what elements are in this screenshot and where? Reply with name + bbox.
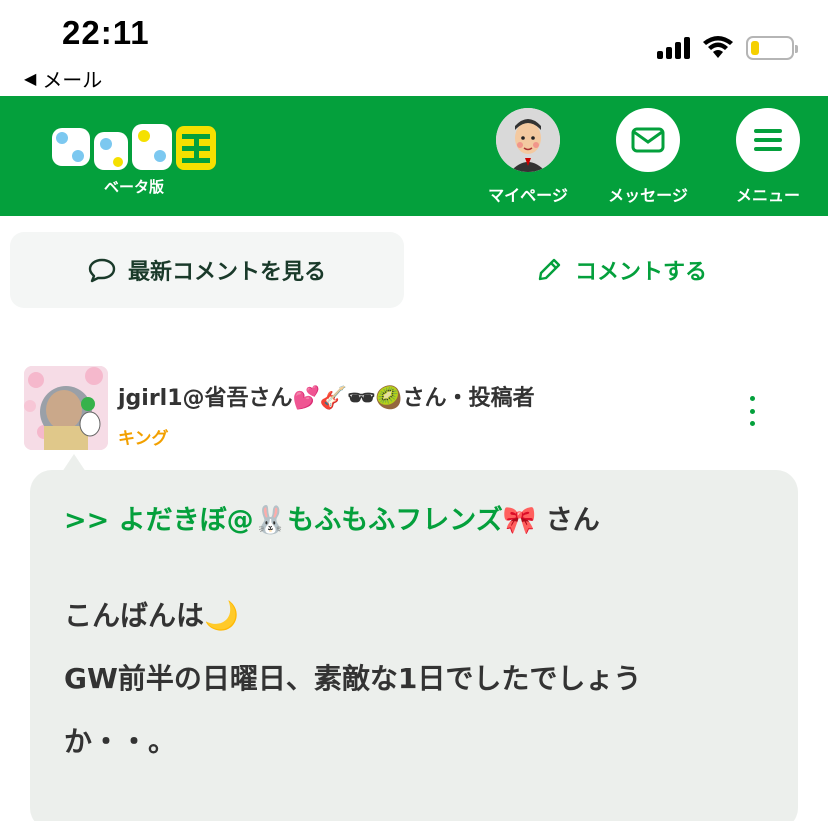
user-avatar-icon <box>496 108 560 172</box>
battery-level <box>751 41 759 55</box>
reply-suffix: さん <box>536 505 600 536</box>
message-button[interactable]: メッセージ <box>598 108 698 208</box>
hamburger-icon <box>736 108 800 172</box>
status-icons <box>657 36 798 60</box>
status-time: 22:11 <box>62 14 150 51</box>
view-latest-comments-button[interactable]: 最新コメントを見る <box>10 232 404 308</box>
comment-line: GW前半の日曜日、素敵な1日でしたでしょう <box>64 662 642 695</box>
mypage-label: マイページ <box>488 186 568 205</box>
pencil-icon <box>538 258 561 281</box>
back-to-mail-link[interactable]: ◀ メール <box>24 64 102 93</box>
menu-label: メニュー <box>735 186 800 205</box>
cellular-signal-icon <box>657 37 690 59</box>
wifi-icon <box>703 36 733 58</box>
status-bar: 22:11 ◀ メール <box>0 0 828 96</box>
view-latest-comments-label: 最新コメントを見る <box>127 260 326 285</box>
more-options-icon[interactable] <box>742 396 762 426</box>
app-header: ベータ版 マイページ メッセージ メニュー <box>0 96 828 216</box>
post-comment-button[interactable]: コメントする <box>424 232 818 308</box>
commenter-avatar[interactable] <box>24 366 108 450</box>
post-comment-label: コメントする <box>574 260 707 285</box>
reply-target-link[interactable]: >> よだきぼ@🐰もふもふフレンズ🎀 <box>64 505 536 536</box>
mypage-button[interactable]: マイページ <box>478 108 578 208</box>
commenter-rank: キング <box>118 429 169 449</box>
battery-icon <box>746 36 798 60</box>
speech-bubble-icon <box>88 258 116 283</box>
reply-line: >> よだきぼ@🐰もふもふフレンズ🎀 さん <box>64 498 600 537</box>
beta-label: ベータ版 <box>104 178 165 196</box>
comment-body: こんばんは🌙 GW前半の日曜日、素敵な1日でしたでしょう か・・。 <box>64 584 641 773</box>
message-label: メッセージ <box>608 186 688 205</box>
comment-line: か・・。 <box>64 725 177 758</box>
back-triangle-icon: ◀ <box>24 69 37 88</box>
comment-bubble: >> よだきぼ@🐰もふもふフレンズ🎀 さん こんばんは🌙 GW前半の日曜日、素敵… <box>30 470 798 821</box>
menu-button[interactable]: メニュー <box>718 108 818 208</box>
commenter-name[interactable]: jgirl1@省吾さん💕🎸🕶🥝さん・投稿者 <box>118 380 535 412</box>
comment-line: こんばんは🌙 <box>64 599 239 632</box>
back-label: メール <box>42 68 103 92</box>
mineo-logo[interactable] <box>48 118 220 178</box>
envelope-icon <box>616 108 680 172</box>
